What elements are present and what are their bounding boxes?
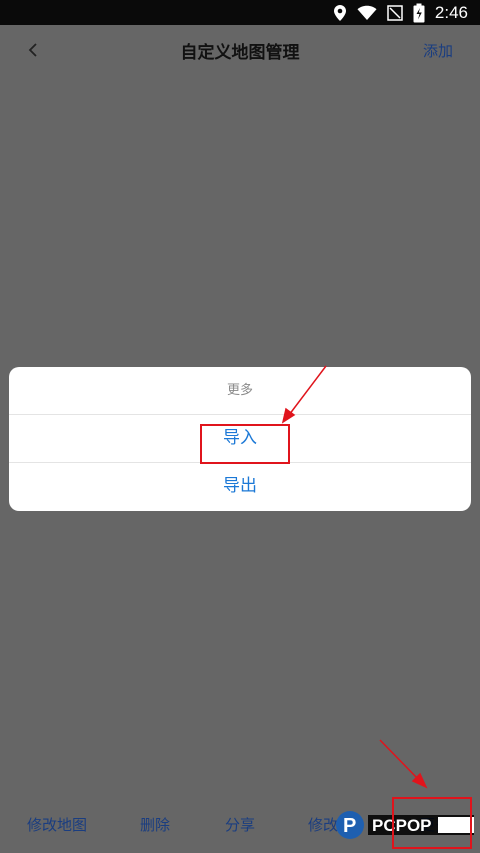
annotation-arrows [281,365,428,789]
arrow-to-import [281,365,327,424]
arrow-to-more [379,739,428,789]
